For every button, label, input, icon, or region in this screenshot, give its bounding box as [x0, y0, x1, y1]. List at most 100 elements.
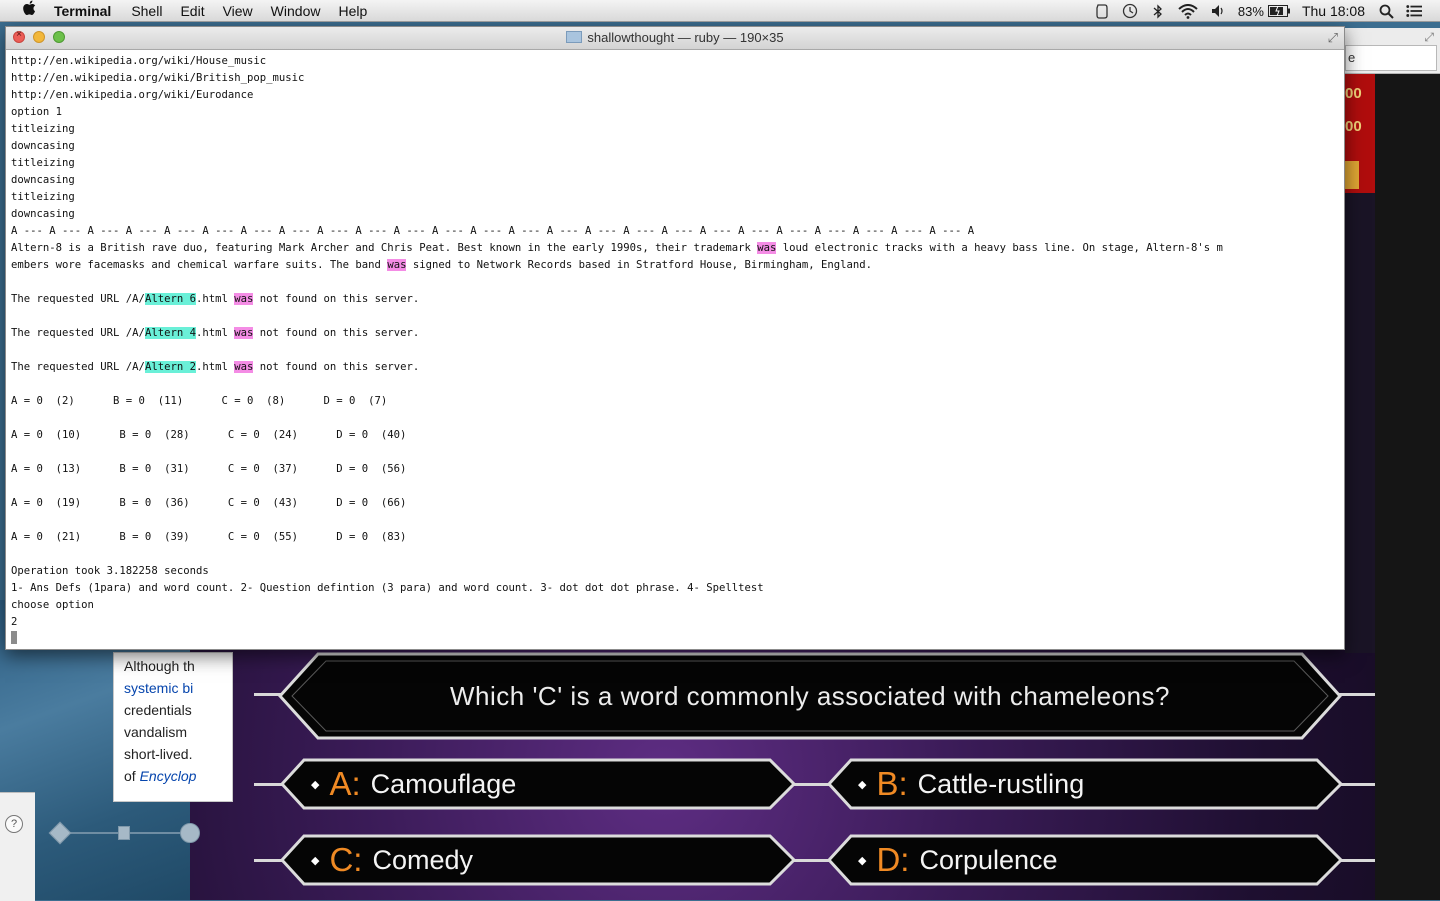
question-box: Which 'C' is a word commonly associated …	[278, 652, 1342, 740]
terminal-line: option 1	[11, 106, 63, 118]
clock[interactable]: Thu 18:08	[1302, 3, 1365, 19]
terminal-line: titleizing	[11, 191, 75, 203]
browser-address-field[interactable]: e	[1345, 45, 1437, 71]
terminal-line: Altern-8 is a British rave duo, featurin…	[11, 242, 1223, 254]
spotlight-search-icon[interactable]	[1378, 3, 1394, 19]
answer-content: ◆ A: Camouflage	[280, 758, 796, 810]
answer-b-button[interactable]: ◆ B: Cattle-rustling	[827, 758, 1343, 810]
terminal-line: downcasing	[11, 208, 75, 220]
diamond-bullet-icon: ◆	[311, 778, 320, 791]
terminal-line: Operation took 3.182258 seconds	[11, 565, 209, 577]
terminal-line: embers wore facemasks and chemical warfa…	[11, 259, 873, 271]
terminal-line: titleizing	[11, 123, 75, 135]
bluetooth-icon[interactable]	[1150, 3, 1166, 19]
answer-wire	[1340, 859, 1375, 862]
search-term-highlight: Altern 4	[144, 327, 196, 339]
browser-window-edge: ⤢ e	[1345, 28, 1440, 74]
volume-icon[interactable]	[1210, 3, 1226, 19]
diamond-bullet-icon: ◆	[858, 778, 867, 791]
window-title-text: shallowthought — ruby — 190×35	[587, 30, 784, 45]
terminal-line: A = 0 (2) B = 0 (11) C = 0 (8) D = 0 (7)	[11, 395, 388, 407]
answer-d-button[interactable]: ◆ D: Corpulence	[827, 834, 1343, 886]
text-cursor	[11, 631, 17, 644]
menu-shell[interactable]: Shell	[131, 3, 162, 19]
answer-text: Comedy	[372, 844, 474, 875]
terminal-line: The requested URL /A/Altern 4.html was n…	[11, 327, 420, 339]
diamond-bullet-icon: ◆	[858, 854, 867, 867]
terminal-prompt-line[interactable]	[11, 631, 1344, 648]
slider-round-knob[interactable]	[180, 823, 200, 843]
wiki-encyclopedia-link[interactable]: Encyclop	[140, 768, 197, 784]
answer-letter: B:	[876, 765, 908, 802]
terminal-output[interactable]: http://en.wikipedia.org/wiki/House_music…	[6, 50, 1344, 648]
money-ladder: 00 00	[1345, 73, 1375, 193]
terminal-line: A = 0 (21) B = 0 (39) C = 0 (55) D = 0 (…	[11, 531, 407, 543]
answer-content: ◆ B: Cattle-rustling	[827, 758, 1343, 810]
terminal-titlebar[interactable]: × shallowthought — ruby — 190×35 ⤢	[6, 27, 1344, 50]
terminal-line: A = 0 (19) B = 0 (36) C = 0 (43) D = 0 (…	[11, 497, 407, 509]
evernote-icon[interactable]	[1094, 3, 1110, 19]
keyword-highlight: was	[234, 327, 254, 339]
wifi-icon[interactable]	[1178, 3, 1198, 19]
menu-window[interactable]: Window	[271, 3, 321, 19]
menu-help[interactable]: Help	[338, 3, 367, 19]
wikipedia-snippet: Although th systemic bi credentials vand…	[113, 652, 233, 802]
menu-bar: Terminal Shell Edit View Window Help 83%…	[0, 0, 1440, 22]
keyword-highlight: was	[387, 259, 407, 271]
money-ladder-highlight	[1345, 161, 1359, 189]
window-title: shallowthought — ruby — 190×35	[6, 30, 1344, 45]
help-icon[interactable]: ?	[5, 815, 23, 833]
terminal-line: The requested URL /A/Altern 6.html was n…	[11, 293, 420, 305]
menu-edit[interactable]: Edit	[180, 3, 204, 19]
question-text: Which 'C' is a word commonly associated …	[450, 680, 1170, 711]
fullscreen-icon[interactable]: ⤢	[1328, 30, 1338, 46]
slider-square-knob[interactable]	[118, 826, 130, 840]
answer-letter: D:	[876, 841, 910, 878]
wiki-text-line: of Encyclop	[124, 765, 232, 787]
menu-app-terminal[interactable]: Terminal	[54, 3, 111, 19]
search-term-highlight: Altern 6	[144, 293, 196, 305]
wiki-link-line[interactable]: systemic bi	[124, 677, 232, 699]
game-window-edge	[1375, 73, 1440, 900]
answer-text: Corpulence	[919, 844, 1058, 875]
answer-content: ◆ D: Corpulence	[827, 834, 1343, 886]
wiki-text-line: short-lived.	[124, 746, 193, 762]
terminal-line: http://en.wikipedia.org/wiki/House_music	[11, 55, 267, 67]
terminal-line: choose option	[11, 599, 94, 611]
terminal-line: 1- Ans Defs (1para) and word count. 2- Q…	[11, 582, 764, 594]
time-machine-icon[interactable]	[1122, 3, 1138, 19]
terminal-window: × shallowthought — ruby — 190×35 ⤢ http:…	[5, 26, 1345, 650]
game-backdrop	[1345, 193, 1375, 653]
diamond-bullet-icon: ◆	[311, 854, 320, 867]
battery-percentage: 83%	[1237, 3, 1264, 19]
answer-letter: A:	[329, 765, 361, 802]
fullscreen-icon[interactable]: ⤢	[1424, 30, 1434, 45]
terminal-line: A --- A --- A --- A --- A --- A --- A --…	[11, 225, 975, 237]
answer-wire	[1340, 783, 1375, 786]
terminal-line: titleizing	[11, 157, 75, 169]
answer-a-button[interactable]: ◆ A: Camouflage	[280, 758, 796, 810]
terminal-line: A = 0 (13) B = 0 (31) C = 0 (37) D = 0 (…	[11, 463, 407, 475]
menu-extras: 83% Thu 18:08	[1094, 0, 1440, 22]
answer-letter: C:	[329, 841, 363, 878]
apple-menu-icon[interactable]	[20, 0, 40, 21]
money-ladder-amount: 00	[1345, 118, 1362, 135]
terminal-line: 2	[11, 616, 18, 628]
wiki-text-line: credentials	[124, 702, 192, 718]
battery-icon[interactable]	[1267, 3, 1290, 19]
answer-c-button[interactable]: ◆ C: Comedy	[280, 834, 796, 886]
keyword-highlight: was	[234, 361, 254, 373]
money-ladder-amount: 00	[1345, 85, 1362, 102]
notification-center-icon[interactable]	[1406, 3, 1422, 19]
answer-text: Camouflage	[370, 768, 517, 799]
keyword-highlight: was	[757, 242, 777, 254]
menu-view[interactable]: View	[223, 3, 253, 19]
answer-text: Cattle-rustling	[917, 768, 1085, 799]
terminal-line: http://en.wikipedia.org/wiki/British_pop…	[11, 72, 305, 84]
terminal-line: http://en.wikipedia.org/wiki/Eurodance	[11, 89, 254, 101]
